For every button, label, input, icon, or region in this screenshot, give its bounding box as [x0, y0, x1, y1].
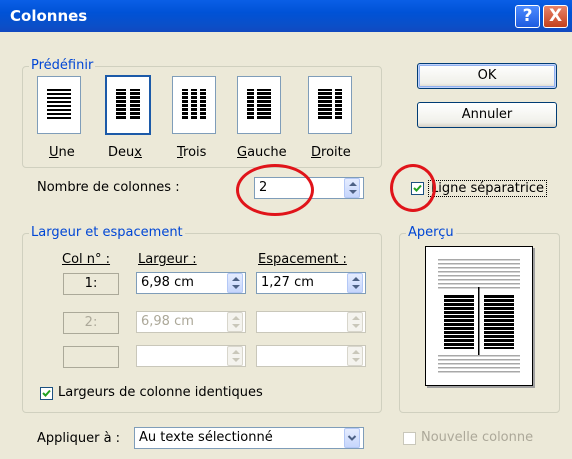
help-icon: ?: [522, 6, 533, 26]
largeur-spinner: [227, 312, 243, 332]
preset-gauche[interactable]: [237, 76, 281, 134]
identiques-checkbox[interactable]: [40, 387, 53, 400]
preset-deux[interactable]: [105, 75, 151, 135]
predefinir-label: Prédéfinir: [29, 58, 96, 73]
appliquer-label: Appliquer à :: [37, 431, 121, 446]
apercu-label: Aperçu: [406, 225, 456, 240]
preview-content: [438, 259, 520, 373]
right-column-icon: [318, 89, 342, 119]
left-column-icon: [247, 89, 271, 119]
nouvelle-colonne-label: Nouvelle colonne: [421, 430, 534, 445]
nombre-spinner[interactable]: [344, 178, 360, 198]
nombre-label: Nombre de colonnes :: [37, 180, 180, 195]
preset-label-une: Une: [49, 145, 75, 160]
ok-button[interactable]: OK: [417, 63, 557, 89]
checkmark-icon: [42, 389, 51, 397]
espacement-header: Espacement :: [258, 252, 347, 267]
largeur-spinner: [227, 346, 243, 366]
largeur-spinner[interactable]: [227, 273, 243, 293]
cancel-button[interactable]: Annuler: [417, 102, 557, 128]
help-button[interactable]: ?: [515, 5, 540, 28]
preview-page: [425, 246, 533, 386]
col-header: Col n° :: [62, 252, 111, 267]
col-number-cell: 2:: [63, 312, 119, 334]
col-number-cell: 1:: [63, 273, 119, 295]
preset-une[interactable]: [37, 76, 81, 134]
window-title: Colonnes: [10, 7, 88, 25]
highlight-circle-ligne: [390, 164, 436, 212]
close-button[interactable]: X: [543, 5, 568, 28]
preset-label-gauche: Gauche: [237, 145, 287, 160]
two-columns-icon: [116, 89, 140, 119]
largeur-header: Largeur :: [138, 252, 197, 267]
espacement-spinner: [347, 312, 363, 332]
ligne-label: Ligne séparatrice: [428, 180, 547, 197]
col-number-cell: [63, 346, 119, 368]
title-bar: Colonnes ? X: [0, 0, 572, 32]
three-columns-icon: [182, 89, 206, 119]
identiques-label: Largeurs de colonne identiques: [58, 385, 263, 400]
close-icon: X: [548, 6, 563, 26]
one-column-icon: [47, 89, 71, 119]
espacement-spinner: [347, 346, 363, 366]
appliquer-value: Au texte sélectionné: [139, 430, 273, 445]
highlight-circle-nombre: [236, 164, 314, 216]
preset-label-trois: Trois: [177, 145, 207, 160]
espacement-spinner[interactable]: [347, 273, 363, 293]
appliquer-dropdown-button[interactable]: [344, 428, 360, 448]
preset-label-droite: Droite: [311, 145, 351, 160]
largeur-label: Largeur et espacement: [29, 225, 185, 240]
preset-trois[interactable]: [172, 76, 216, 134]
chevron-down-icon: [347, 435, 357, 441]
preset-label-deux: Deux: [108, 145, 142, 160]
appliquer-select[interactable]: Au texte sélectionné: [134, 427, 364, 449]
preset-droite[interactable]: [308, 76, 352, 134]
nouvelle-colonne-checkbox: [403, 432, 416, 445]
